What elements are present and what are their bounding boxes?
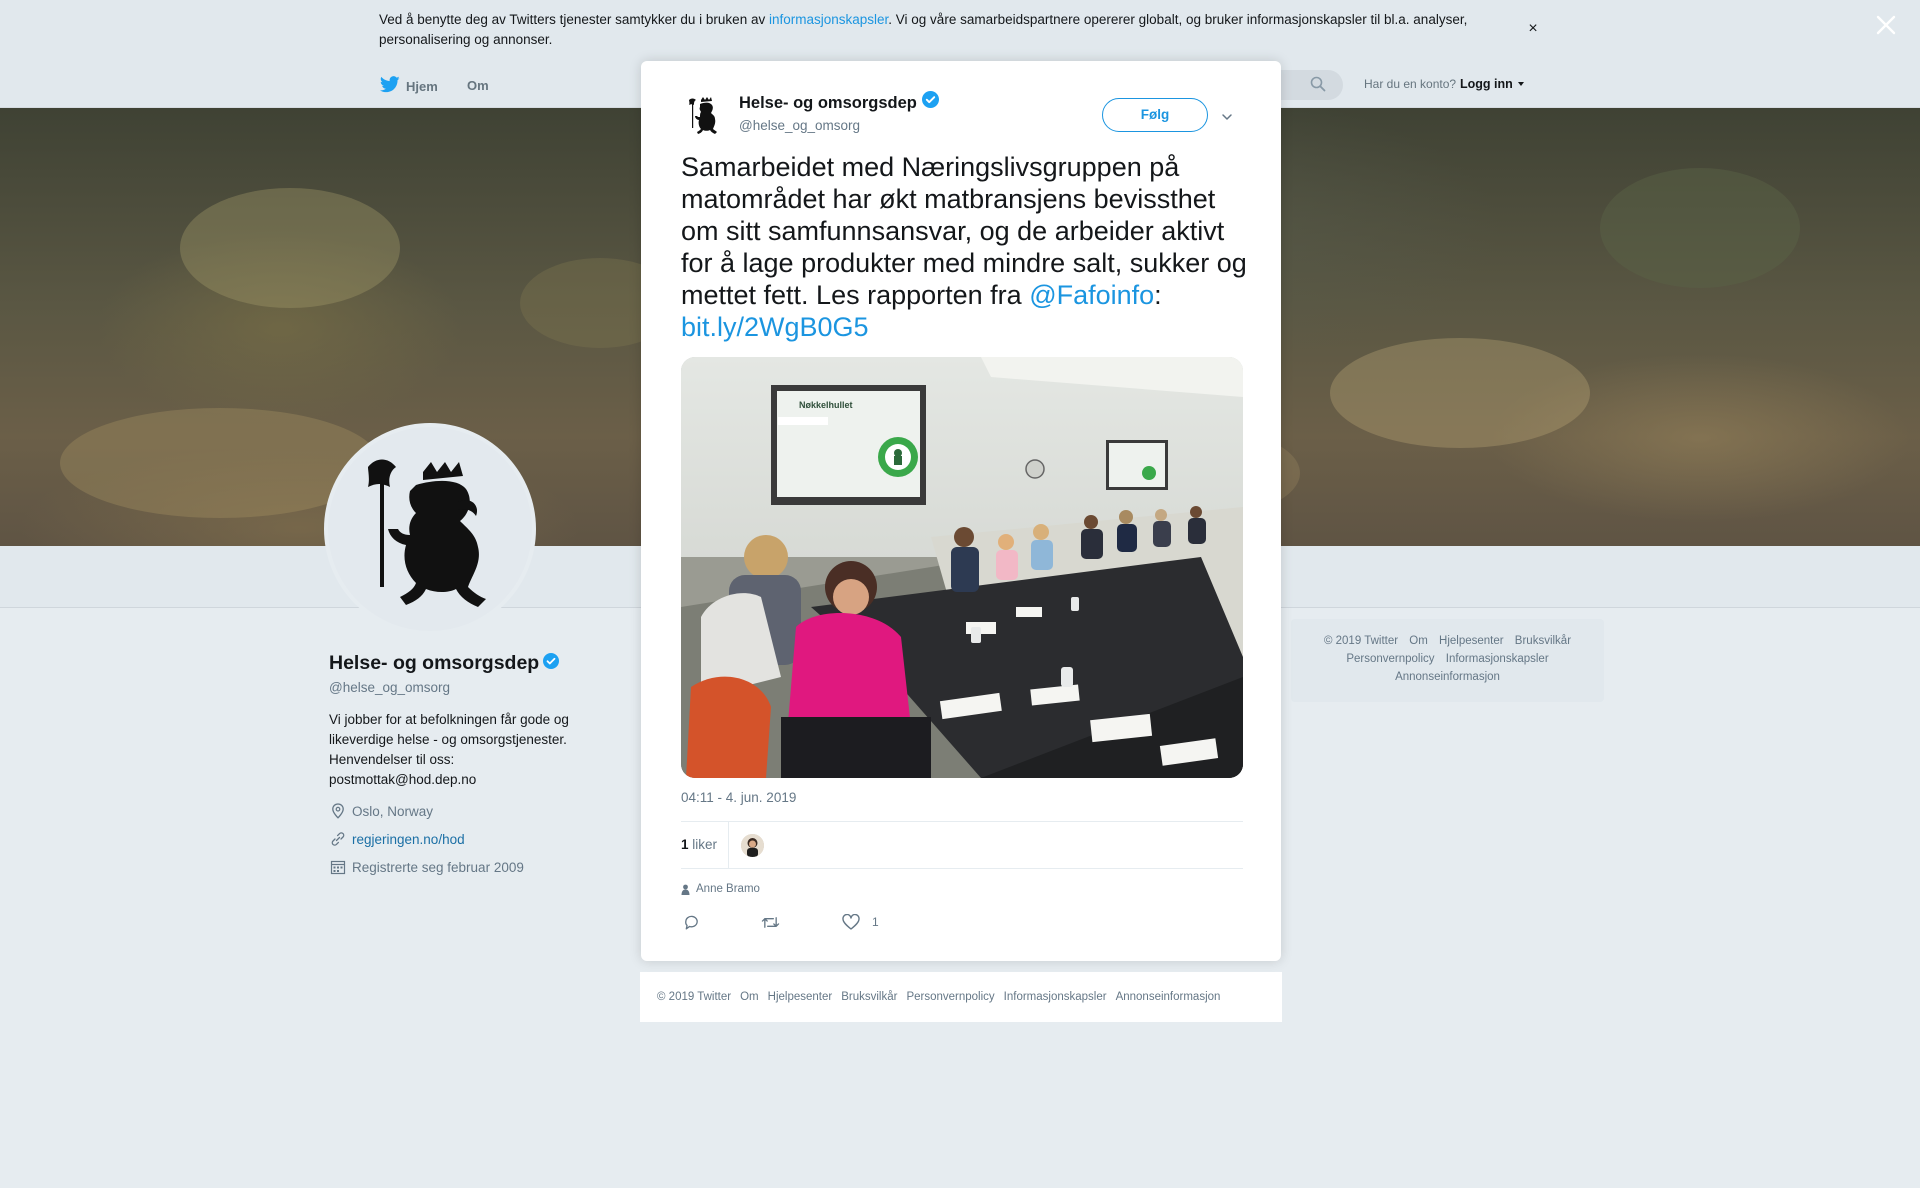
like-button[interactable]: 1 <box>842 912 879 932</box>
liker-avatar[interactable] <box>741 834 764 857</box>
tweet-modal: Helse- og omsorgsdep @helse_og_omsorg Fø… <box>641 61 1281 961</box>
divider <box>681 868 1243 869</box>
footer-link-cookies[interactable]: Informasjonskapsler <box>1004 991 1107 1003</box>
tweet-text: Samarbeidet med Næringslivsgruppen på ma… <box>681 152 1247 342</box>
chevron-down-icon[interactable] <box>1221 110 1233 122</box>
footer-link-help[interactable]: Hjelpesenter <box>768 991 833 1003</box>
tweet-author-handle: @helse_og_omsorg <box>739 118 861 133</box>
reply-button[interactable] <box>683 912 700 932</box>
likes-stat[interactable]: 1 liker <box>681 834 717 856</box>
divider <box>681 821 1243 822</box>
footer-link-ads-info[interactable]: Annonseinformasjon <box>1116 991 1221 1003</box>
tweet-photo[interactable]: Nøkkelhullet <box>681 357 1243 778</box>
reply-context[interactable]: Anne Bramo <box>681 881 760 897</box>
heart-icon <box>842 914 860 930</box>
person-icon <box>681 884 690 895</box>
tweet-author-name[interactable]: Helse- og omsorgsdep <box>739 91 939 114</box>
divider <box>728 822 729 868</box>
footer-copyright: © 2019 Twitter <box>657 991 732 1003</box>
verified-badge-icon <box>917 91 939 114</box>
retweet-button[interactable] <box>761 912 780 932</box>
footer-link-privacy[interactable]: Personvernpolicy <box>906 991 994 1003</box>
reply-icon <box>685 915 698 929</box>
footer-link-terms[interactable]: Bruksvilkår <box>841 991 897 1003</box>
tweet-timestamp[interactable]: 04:11 - 4. jun. 2019 <box>681 789 796 807</box>
url-link[interactable]: bit.ly/2WgB0G5 <box>681 312 869 342</box>
mention-link[interactable]: @Fafoinfo <box>1029 280 1154 310</box>
tweet-author-avatar[interactable] <box>681 91 729 139</box>
like-count: 1 <box>872 915 879 929</box>
photo-screen-title: Nøkkelhullet <box>799 400 853 410</box>
retweet-icon <box>761 916 780 928</box>
norway-lion-icon <box>689 97 717 134</box>
footer-link-about[interactable]: Om <box>740 991 759 1003</box>
meeting-room-photo: Nøkkelhullet <box>681 357 1243 778</box>
modal-footer: © 2019 Twitter Om Hjelpesenter Bruksvilkår P… <box>640 972 1282 1022</box>
follow-button[interactable]: Følg <box>1102 98 1208 132</box>
close-icon[interactable] <box>1874 13 1898 37</box>
